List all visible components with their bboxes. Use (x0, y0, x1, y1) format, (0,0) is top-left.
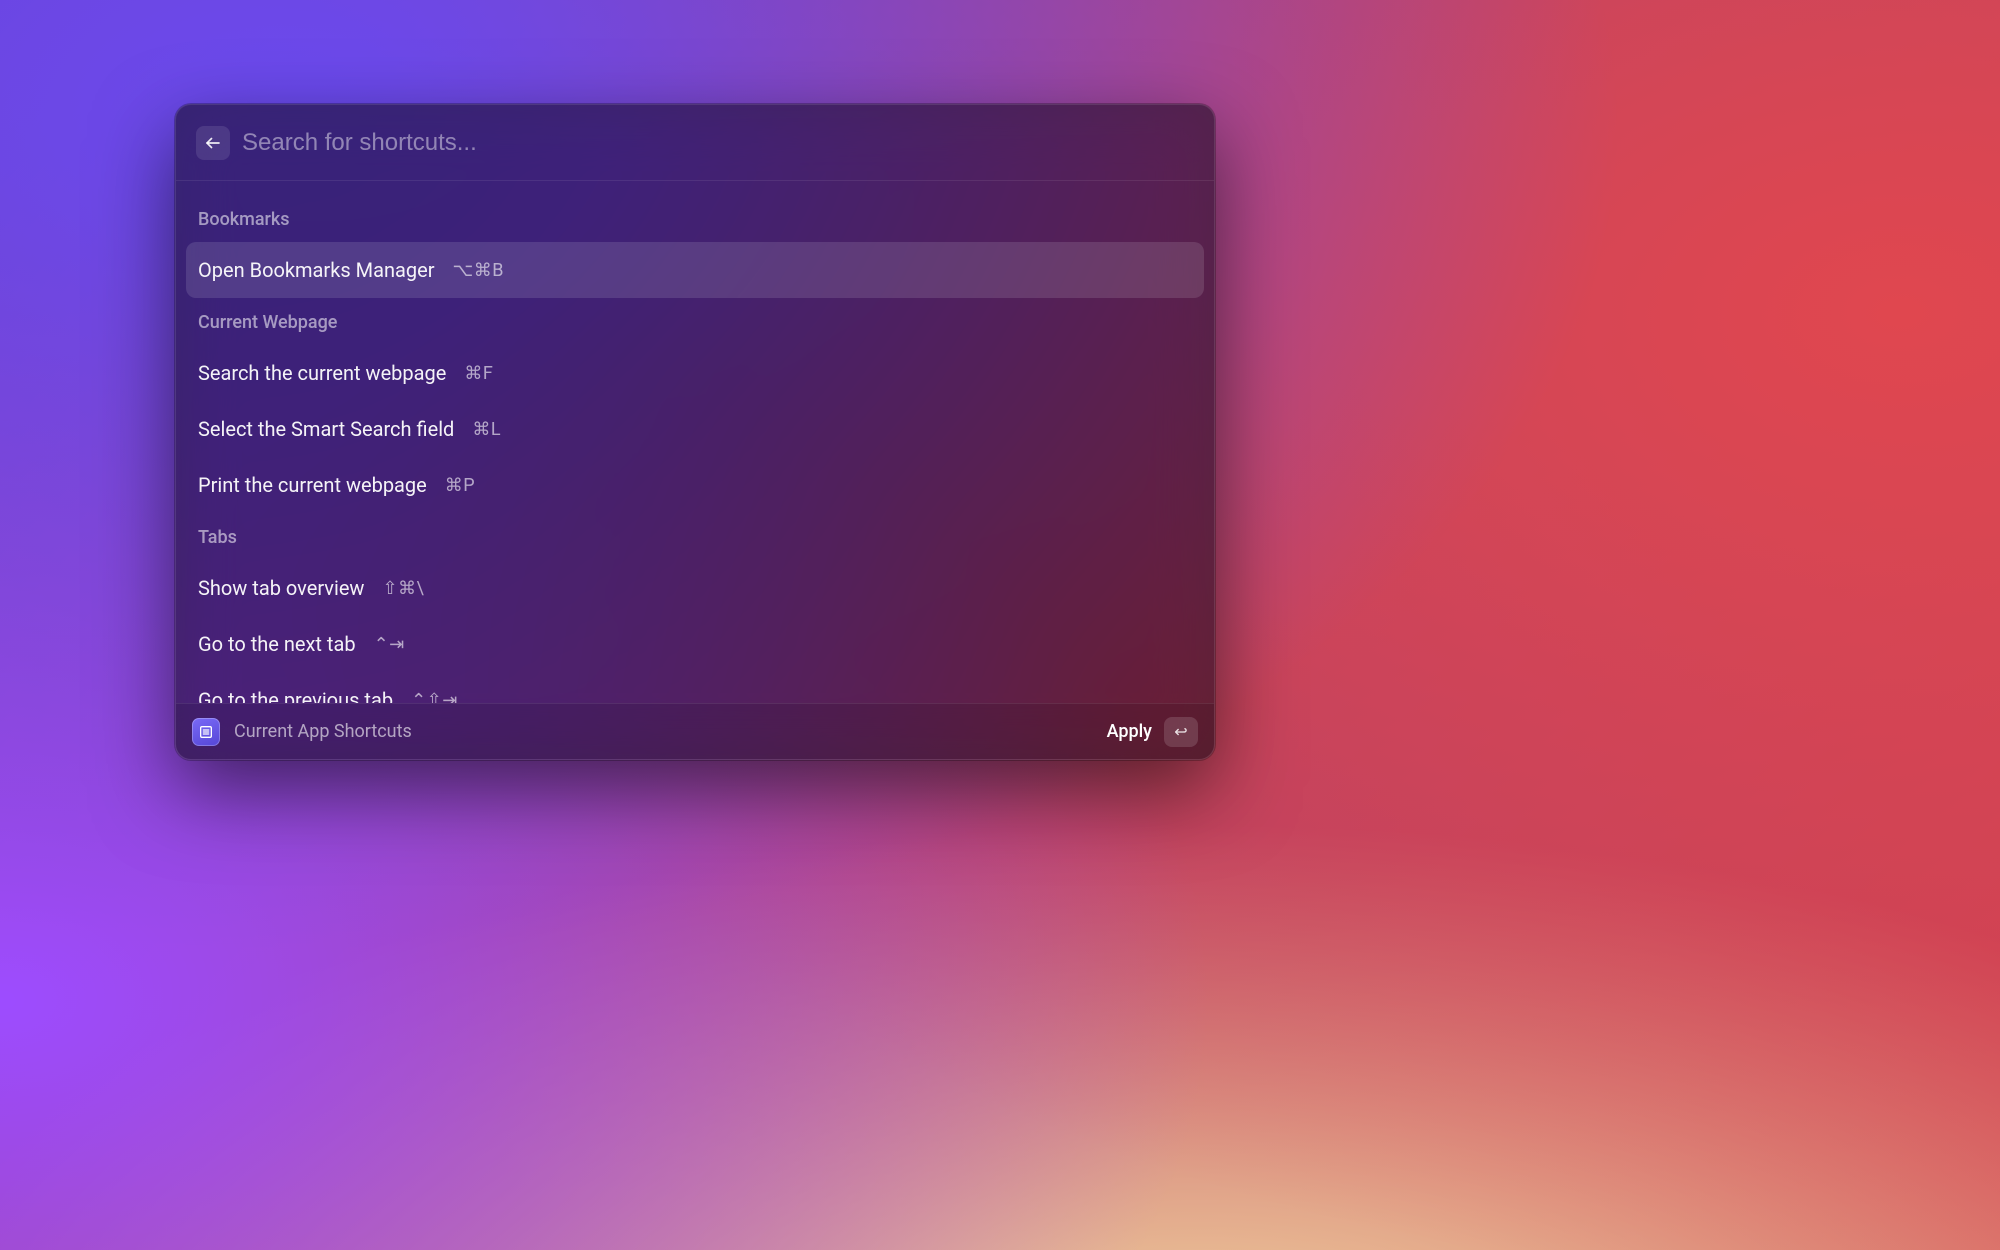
shortcut-keys: ⇧⌘\ (382, 578, 424, 599)
search-input[interactable] (242, 121, 1194, 165)
shortcut-row[interactable]: Print the current webpage ⌘P (186, 457, 1204, 513)
shortcut-label: Show tab overview (198, 576, 364, 600)
shortcut-row[interactable]: Go to the previous tab ⌃⇧⇥ (186, 672, 1204, 703)
shortcut-label: Go to the previous tab (198, 688, 393, 703)
shortcut-keys: ⌃⇥ (374, 634, 405, 655)
shortcut-row[interactable]: Select the Smart Search field ⌘L (186, 401, 1204, 457)
shortcut-label: Print the current webpage (198, 473, 427, 497)
results-list: Bookmarks Open Bookmarks Manager ⌥⌘B Curren… (176, 181, 1214, 703)
shortcut-row[interactable]: Show tab overview ⇧⌘\ (186, 560, 1204, 616)
footer-context[interactable]: Current App Shortcuts (192, 718, 412, 746)
shortcut-row[interactable]: Search the current webpage ⌘F (186, 345, 1204, 401)
back-button[interactable] (196, 126, 230, 160)
enter-key-icon: ↩ (1164, 717, 1198, 747)
shortcut-keys: ⌥⌘B (453, 260, 504, 281)
section-title: Current Webpage (186, 298, 1204, 345)
shortcut-keys: ⌃⇧⇥ (411, 690, 458, 704)
shortcut-label: Search the current webpage (198, 361, 446, 385)
shortcut-label: Open Bookmarks Manager (198, 258, 435, 282)
footer-context-label: Current App Shortcuts (234, 721, 412, 742)
command-palette: Bookmarks Open Bookmarks Manager ⌥⌘B Curren… (175, 104, 1215, 760)
topbar (176, 105, 1214, 181)
section-title: Tabs (186, 513, 1204, 560)
shortcut-keys: ⌘L (472, 419, 501, 440)
shortcut-label: Go to the next tab (198, 632, 356, 656)
arrow-left-icon (204, 134, 222, 152)
shortcut-keys: ⌘P (445, 475, 475, 496)
list-icon (198, 724, 214, 740)
shortcut-row[interactable]: Open Bookmarks Manager ⌥⌘B (186, 242, 1204, 298)
apply-label: Apply (1107, 721, 1152, 742)
shortcut-label: Select the Smart Search field (198, 417, 454, 441)
footer-action[interactable]: Apply ↩ (1107, 717, 1198, 747)
app-icon (192, 718, 220, 746)
footer: Current App Shortcuts Apply ↩ (176, 703, 1214, 759)
shortcut-keys: ⌘F (464, 363, 493, 384)
shortcut-row[interactable]: Go to the next tab ⌃⇥ (186, 616, 1204, 672)
section-title: Bookmarks (186, 195, 1204, 242)
